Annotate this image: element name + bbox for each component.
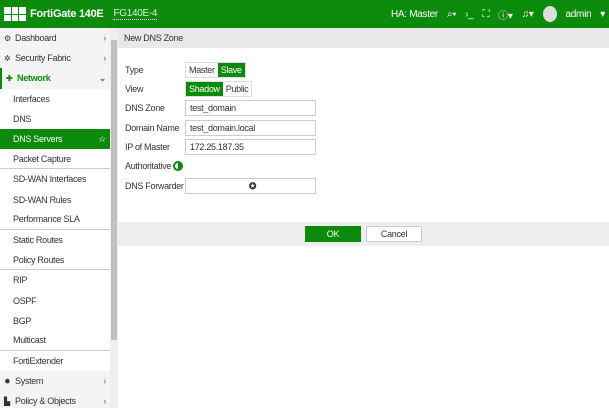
type-master[interactable]: Master [186, 63, 218, 77]
top-bar: FortiGate 140E FG140E-4 HA: Master ⌕▾ ›_… [0, 0, 609, 28]
sidebar-item-sd-wan-interfaces[interactable]: SD-WAN Interfaces [0, 169, 110, 190]
sidebar-item-dashboard[interactable]: ⚙ Dashboard › [0, 28, 110, 48]
dns-zone-input[interactable]: test_domain [185, 100, 316, 116]
sidebar-item-label: Multicast [13, 335, 46, 346]
type-slave[interactable]: Slave [217, 63, 245, 77]
avatar[interactable] [542, 6, 557, 22]
cli-console-icon[interactable]: ›_ [465, 9, 474, 20]
sidebar-item-label: Static Routes [13, 234, 63, 245]
sidebar-item-rip[interactable]: RIP [0, 270, 110, 291]
favorite-star-icon[interactable]: ☆ [98, 134, 106, 145]
policy-icon: ▙ [4, 396, 10, 406]
sidebar-item-label: Policy & Objects [15, 396, 76, 407]
sidebar-item-static-routes[interactable]: Static Routes [0, 229, 110, 251]
sidebar-item-label: Security Fabric [15, 53, 71, 64]
sidebar-item-label: Network [17, 73, 51, 84]
chevron-right-icon: › [103, 376, 106, 387]
authoritative-toggle[interactable] [173, 161, 184, 171]
sidebar: ⚙ Dashboard › ✲ Security Fabric › ✚ Network ⌄ Int… [0, 28, 110, 408]
dashboard-icon: ⚙ [4, 33, 11, 43]
sidebar-item-label: DNS [13, 113, 32, 124]
form-footer: OK Cancel [118, 222, 609, 246]
ip-master-label: IP of Master [125, 142, 170, 152]
sidebar-item-bgp[interactable]: BGP [0, 310, 110, 331]
sidebar-item-label: Interfaces [13, 93, 50, 104]
sidebar-item-label: RIP [13, 275, 28, 286]
main-panel: New DNS Zone Type Master Slave View Shado… [118, 28, 609, 408]
dns-forwarder-input[interactable]: ✪ [185, 178, 316, 194]
sidebar-item-policy-routes[interactable]: Policy Routes [0, 250, 110, 271]
sidebar-item-label: SD-WAN Rules [13, 194, 72, 205]
view-public[interactable]: Public [223, 82, 252, 96]
help-icon[interactable]: ⓘ▾ [498, 7, 513, 22]
ip-master-input[interactable]: 172.25.187.35 [185, 139, 316, 155]
user-menu[interactable]: admin [566, 9, 592, 20]
ok-button[interactable]: OK [305, 226, 361, 242]
system-icon: ✹ [4, 376, 11, 386]
sidebar-item-label: OSPF [13, 295, 37, 306]
sidebar-item-label: DNS Servers [13, 134, 63, 145]
type-toggle[interactable]: Master Slave [185, 62, 246, 78]
sidebar-item-label: Packet Capture [13, 153, 71, 164]
sidebar-item-label: BGP [13, 315, 32, 326]
sidebar-item-label: Dashboard [15, 33, 57, 44]
search-icon[interactable]: ⌕▾ [447, 9, 457, 20]
security-fabric-icon: ✲ [4, 53, 11, 63]
sidebar-item-sd-wan-rules[interactable]: SD-WAN Rules [0, 189, 110, 210]
sidebar-item-packet-capture[interactable]: Packet Capture [0, 149, 110, 170]
fullscreen-icon[interactable]: ⛶ [482, 9, 489, 20]
network-icon: ✚ [6, 73, 13, 83]
sidebar-item-interfaces[interactable]: Interfaces [0, 88, 110, 109]
sidebar-item-policy-objects[interactable]: ▙ Policy & Objects › [0, 391, 110, 411]
chevron-right-icon: › [103, 396, 106, 407]
view-toggle[interactable]: Shadow Public [185, 81, 253, 97]
sidebar-item-security-fabric[interactable]: ✲ Security Fabric › [0, 48, 110, 68]
sidebar-item-label: FortiExtender [13, 356, 64, 367]
fortinet-logo-icon [4, 7, 26, 21]
ha-status[interactable]: HA: Master [391, 9, 438, 20]
sidebar-item-ospf[interactable]: OSPF [0, 290, 110, 311]
sidebar-item-multicast[interactable]: Multicast [0, 330, 110, 351]
bell-icon[interactable]: ♫▾ [522, 9, 534, 20]
sidebar-item-dns[interactable]: DNS [0, 108, 110, 129]
sidebar-item-label: Policy Routes [13, 254, 65, 265]
view-label: View [125, 84, 144, 94]
add-icon[interactable]: ✪ [249, 181, 257, 192]
sidebar-item-label: Performance SLA [13, 214, 80, 225]
sidebar-item-network[interactable]: ✚ Network ⌄ [0, 68, 110, 89]
cancel-button[interactable]: Cancel [366, 226, 422, 242]
sidebar-item-fortiextender[interactable]: FortiExtender [0, 351, 110, 372]
domain-name-input[interactable]: test_domain.local [185, 120, 316, 136]
sidebar-item-performance-sla[interactable]: Performance SLA [0, 209, 110, 230]
dns-zone-label: DNS Zone [125, 103, 165, 113]
chevron-down-icon: ⌄ [98, 72, 107, 83]
domain-name-label: Domain Name [125, 123, 180, 133]
sidebar-item-label: SD-WAN Interfaces [13, 174, 87, 185]
serial-number[interactable]: FG140E-4 [113, 8, 157, 20]
authoritative-label: Authoritative [125, 161, 172, 171]
sidebar-item-label: System [15, 376, 44, 387]
dns-forwarder-label: DNS Forwarder [125, 181, 184, 191]
sidebar-item-system[interactable]: ✹ System › [0, 371, 110, 391]
view-shadow[interactable]: Shadow [186, 82, 223, 96]
sidebar-item-dns-servers[interactable]: DNS Servers ☆ [0, 128, 110, 150]
page-title: New DNS Zone [118, 28, 609, 48]
type-label: Type [125, 65, 144, 75]
brand-name: FortiGate 140E [30, 8, 104, 20]
chevron-right-icon: › [103, 53, 106, 64]
sidebar-scrollbar[interactable] [110, 28, 118, 408]
chevron-right-icon: › [103, 33, 106, 44]
